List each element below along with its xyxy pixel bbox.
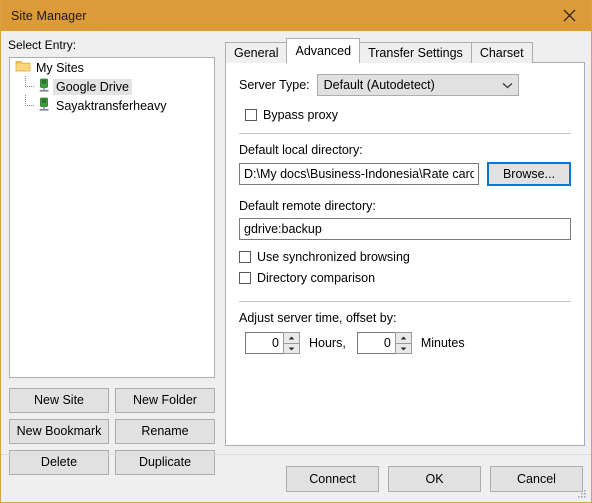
server-type-label: Server Type: [239, 78, 310, 92]
tab-strip: General Advanced Transfer Settings Chars… [225, 38, 533, 63]
dialog-footer: Connect OK Cancel [1, 454, 591, 502]
directory-comparison-label: Directory comparison [257, 270, 376, 285]
tree-item-sayaktransferheavy[interactable]: Sayaktransferheavy [10, 95, 214, 115]
tree-guide-line [15, 76, 37, 96]
minutes-input[interactable] [356, 332, 395, 354]
new-bookmark-button[interactable]: New Bookmark [9, 419, 109, 444]
triangle-down-icon [400, 347, 407, 350]
left-pane: Select Entry: My Sites Google Drive Saya… [1, 31, 223, 475]
remote-directory-row [239, 218, 571, 240]
server-icon [37, 97, 51, 115]
tab-charset[interactable]: Charset [470, 42, 533, 63]
tree-guide-line [15, 95, 37, 115]
adjust-time-label: Adjust server time, offset by: [239, 311, 397, 325]
tree-item-google-drive[interactable]: Google Drive [10, 76, 214, 96]
minutes-stepper[interactable] [356, 332, 412, 354]
local-directory-label: Default local directory: [239, 143, 363, 157]
bypass-proxy-label: Bypass proxy [263, 107, 339, 122]
checkbox-box [245, 108, 257, 121]
sync-browsing-checkbox[interactable]: Use synchronized browsing [239, 247, 571, 266]
rename-button[interactable]: Rename [115, 419, 215, 444]
browse-button[interactable]: Browse... [487, 162, 571, 186]
tree-item-label: My Sites [36, 60, 84, 75]
hours-spin-buttons [283, 332, 300, 354]
cancel-button[interactable]: Cancel [490, 465, 583, 492]
hours-stepper[interactable] [245, 332, 300, 354]
sync-browsing-label: Use synchronized browsing [257, 249, 410, 264]
checkbox-box [239, 250, 251, 263]
tree-item-my-sites[interactable]: My Sites [10, 58, 214, 77]
minutes-increment-button[interactable] [394, 332, 412, 343]
directory-comparison-checkbox[interactable]: Directory comparison [239, 268, 571, 287]
folder-icon [15, 59, 31, 76]
dialog-body: Select Entry: My Sites Google Drive Saya… [1, 31, 591, 475]
hours-increment-button[interactable] [283, 332, 300, 343]
server-type-value: Default (Autodetect) [323, 78, 435, 92]
tree-item-label: Sayaktransferheavy [56, 98, 167, 113]
triangle-up-icon [288, 336, 295, 340]
server-type-select[interactable]: Default (Autodetect) [316, 74, 519, 96]
server-type-row: Server Type: Default (Autodetect) [239, 74, 571, 96]
tab-transfer-settings[interactable]: Transfer Settings [359, 42, 472, 63]
hours-input[interactable] [245, 332, 283, 354]
tab-advanced[interactable]: Advanced [286, 38, 361, 63]
title-bar: Site Manager [1, 0, 591, 31]
connect-button[interactable]: Connect [286, 465, 379, 492]
separator-2 [239, 301, 571, 302]
new-folder-button[interactable]: New Folder [115, 388, 215, 413]
minutes-spin-buttons [394, 332, 412, 354]
chevron-down-icon [498, 82, 518, 89]
separator-1 [239, 133, 571, 134]
bypass-proxy-checkbox[interactable]: Bypass proxy [245, 105, 571, 124]
window-title: Site Manager [11, 8, 87, 23]
select-entry-label: Select Entry: [8, 38, 77, 52]
minutes-decrement-button[interactable] [394, 343, 412, 354]
minutes-label: Minutes [420, 336, 465, 350]
local-directory-row: Browse... [239, 162, 571, 186]
remote-directory-label: Default remote directory: [239, 199, 376, 213]
local-directory-input[interactable] [239, 163, 479, 185]
adjust-time-row: Hours, Minu [245, 332, 571, 354]
site-manager-dialog: Site Manager Select Entry: My Sites Goog… [0, 0, 592, 503]
close-button[interactable] [547, 0, 591, 31]
checkbox-box [239, 271, 251, 284]
remote-directory-input[interactable] [239, 218, 571, 240]
right-pane: General Advanced Transfer Settings Chars… [225, 31, 591, 454]
close-icon [563, 9, 575, 22]
site-tree[interactable]: My Sites Google Drive Sayaktransferheavy [9, 57, 215, 378]
ok-button[interactable]: OK [388, 465, 481, 492]
resize-grip-icon[interactable] [576, 488, 588, 500]
triangle-up-icon [400, 336, 407, 340]
hours-label: Hours, [309, 336, 346, 350]
new-site-button[interactable]: New Site [9, 388, 109, 413]
tree-item-label: Google Drive [53, 78, 132, 95]
triangle-down-icon [288, 347, 295, 350]
server-icon [37, 78, 51, 96]
tab-general[interactable]: General [225, 42, 288, 63]
hours-decrement-button[interactable] [283, 343, 300, 354]
advanced-tab-panel: Server Type: Default (Autodetect) Bypass… [225, 62, 585, 446]
